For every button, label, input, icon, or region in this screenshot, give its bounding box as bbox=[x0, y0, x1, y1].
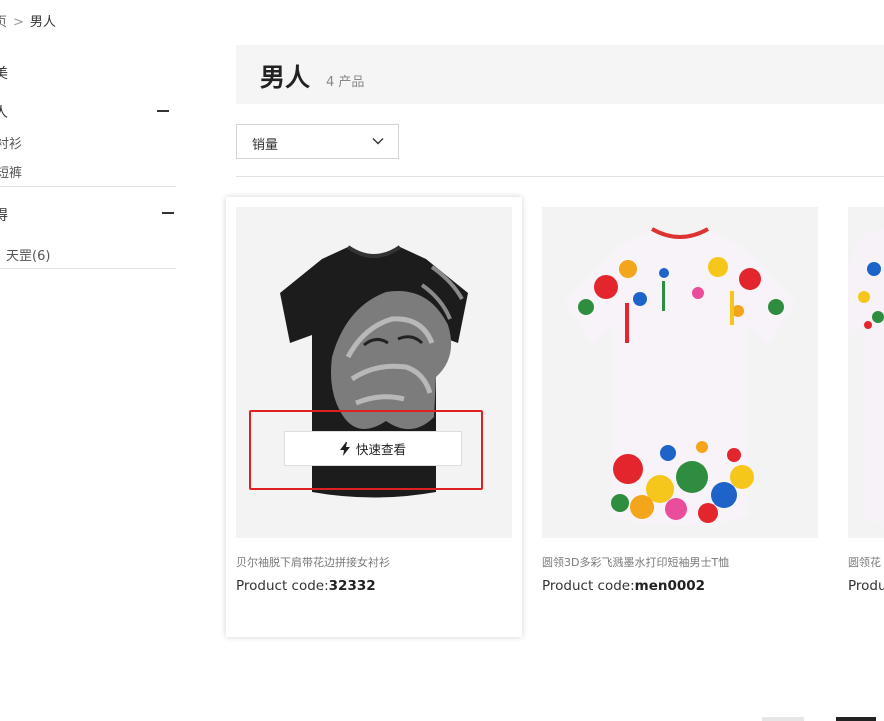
product-code: Product code:men0002 bbox=[542, 578, 705, 594]
product-image[interactable] bbox=[542, 207, 818, 538]
product-code-value: 32332 bbox=[328, 578, 376, 594]
sidebar-item-shorts[interactable]: 短裤 bbox=[0, 162, 22, 181]
product-count: 4 产品 bbox=[326, 75, 365, 90]
breadcrumb-separator: > bbox=[13, 15, 24, 30]
sidebar-group-title: 美 bbox=[0, 66, 8, 82]
sidebar-item-shirts[interactable]: 衬衫 bbox=[0, 133, 22, 152]
sidebar-divider bbox=[0, 186, 176, 187]
product-name[interactable]: 圆领花 bbox=[848, 554, 881, 570]
quick-view-button[interactable]: 快速查看 bbox=[284, 431, 462, 466]
sidebar-category-label[interactable]: 人 bbox=[0, 102, 8, 122]
product-name[interactable]: 圆领3D多彩飞溅墨水打印短袖男士T恤 bbox=[542, 554, 729, 570]
product-code-label: Produ bbox=[848, 578, 884, 594]
product-code: Produ bbox=[848, 578, 884, 594]
product-code-label: Product code: bbox=[542, 578, 635, 594]
collapse-minus-icon[interactable] bbox=[162, 212, 174, 214]
product-image[interactable] bbox=[848, 207, 884, 538]
chevron-down-icon bbox=[372, 138, 384, 145]
collapse-minus-icon[interactable] bbox=[157, 110, 169, 112]
product-name[interactable]: 贝尔袖脱下肩带花边拼接女衬衫 bbox=[236, 554, 390, 570]
breadcrumb: 页 > 男人 bbox=[0, 11, 56, 30]
product-code-value: men0002 bbox=[634, 578, 706, 594]
breadcrumb-current: 男人 bbox=[29, 15, 56, 30]
product-code: Product code:32332 bbox=[236, 578, 376, 594]
sort-selected-value: 销量 bbox=[252, 138, 279, 153]
sidebar-filter-item-brand[interactable]: 天罡(6) bbox=[6, 245, 50, 264]
breadcrumb-home-link[interactable]: 页 bbox=[0, 15, 7, 30]
pagination-button[interactable] bbox=[762, 717, 804, 721]
quick-view-label: 快速查看 bbox=[355, 442, 406, 457]
sort-select[interactable]: 销量 bbox=[236, 124, 399, 159]
sidebar-divider bbox=[0, 268, 176, 269]
page-title: 男人 bbox=[260, 63, 311, 92]
paint-splatter-tshirt-image bbox=[848, 227, 884, 527]
sidebar-filter-title[interactable]: 得 bbox=[0, 205, 8, 225]
toolbar-divider bbox=[236, 176, 884, 177]
product-code-label: Product code: bbox=[236, 578, 329, 594]
pagination-button-active[interactable] bbox=[836, 717, 876, 721]
lightning-bolt-icon bbox=[339, 441, 350, 456]
paint-splatter-tshirt-image bbox=[564, 227, 796, 526]
